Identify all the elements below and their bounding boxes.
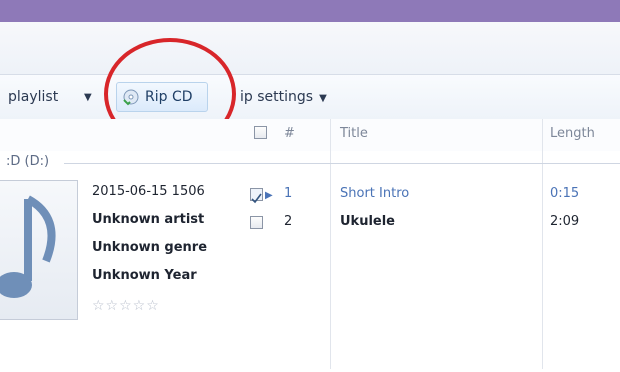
album-artist: Unknown artist [92,212,205,227]
window-title-bar [0,0,620,22]
track-1-number: 1 [284,186,293,201]
rip-settings-menu[interactable]: ip settings ▼ [240,83,327,111]
column-separator [542,119,543,369]
rating-stars[interactable]: ☆☆☆☆☆ [92,298,160,314]
column-number-header[interactable]: # [284,126,295,141]
toolbar: playlist ▼ Rip CD ip settings ▼ [0,74,620,120]
track-2-number: 2 [284,214,293,229]
track-1-checkbox[interactable] [250,188,263,204]
track-2-checkbox[interactable] [250,216,263,229]
column-length-header[interactable]: Length [550,126,595,141]
album-art[interactable] [0,180,78,320]
rip-cd-button[interactable]: Rip CD [116,82,208,112]
select-all-checkbox[interactable] [254,126,267,139]
chevron-down-icon[interactable]: ▼ [84,84,92,112]
track-2-title[interactable]: Ukulele [340,214,395,229]
navigation-area [0,22,620,74]
playlist-menu[interactable]: playlist [8,83,58,111]
column-header-row [0,119,620,151]
rip-cd-label: Rip CD [145,89,193,105]
track-1-title[interactable]: Short Intro [340,186,409,201]
album-genre: Unknown genre [92,240,208,255]
music-note-icon [0,195,56,298]
album-date: 2015-06-15 1506 [92,184,205,199]
album-year: Unknown Year [92,268,197,283]
now-playing-icon: ▶ [265,190,273,201]
track-2-length: 2:09 [550,214,580,229]
rip-cd-icon [123,89,139,106]
column-separator [330,119,331,369]
cd-drive-label: :D (D:) [6,154,50,169]
checkmark-icon [251,193,262,204]
chevron-down-icon: ▼ [319,93,327,104]
column-title-header[interactable]: Title [340,126,368,141]
group-divider [64,163,620,164]
track-1-length: 0:15 [550,186,580,201]
playlist-label: playlist [8,89,59,105]
rip-settings-label: ip settings [240,89,314,105]
